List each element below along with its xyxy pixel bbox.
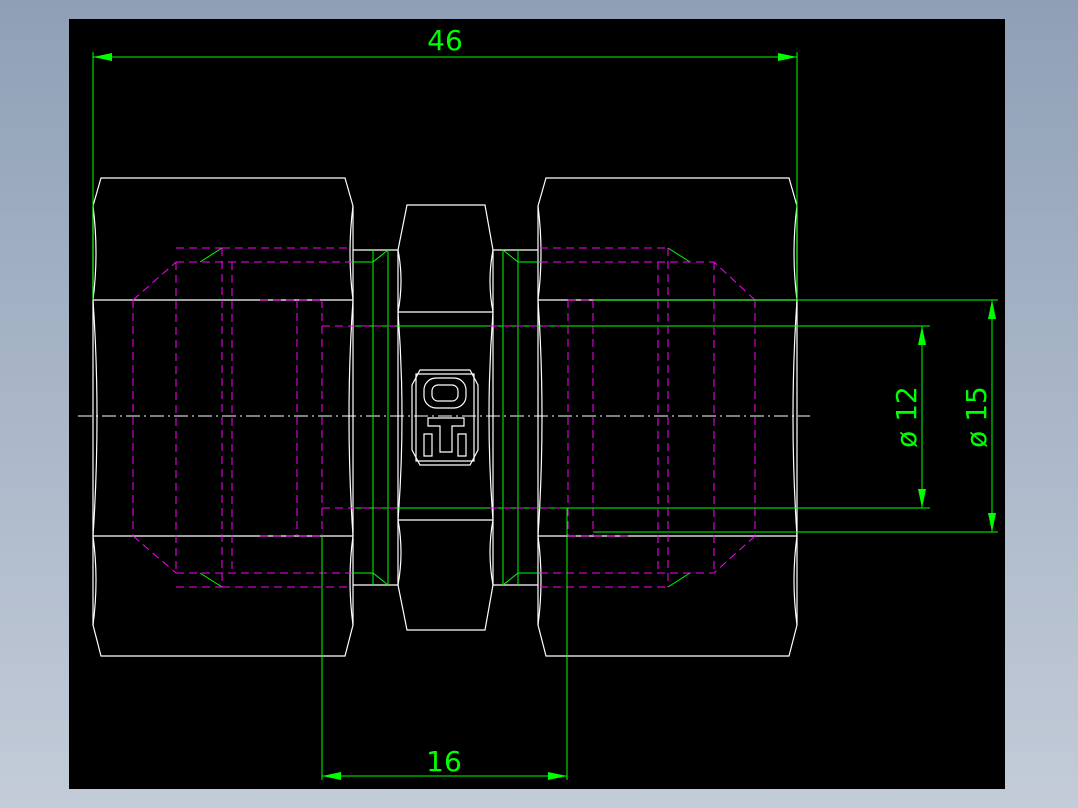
dimension-overall-length: 46 bbox=[92, 24, 798, 300]
inner-diameter-label: ø 12 bbox=[890, 386, 923, 448]
dimension-inner-diameter: ø 12 bbox=[560, 325, 930, 509]
drawing-canvas: 46 16 ø 12 ø 15 bbox=[69, 19, 1005, 789]
overall-length-label: 46 bbox=[427, 24, 463, 57]
bore-length-label: 16 bbox=[426, 745, 462, 778]
outer-diameter-label: ø 15 bbox=[960, 386, 993, 448]
dimension-bore-length: 16 bbox=[321, 508, 568, 780]
left-hex-nut bbox=[92, 177, 354, 657]
cad-drawing: 46 16 ø 12 ø 15 bbox=[78, 24, 998, 780]
tsd-logo-icon bbox=[411, 369, 479, 466]
